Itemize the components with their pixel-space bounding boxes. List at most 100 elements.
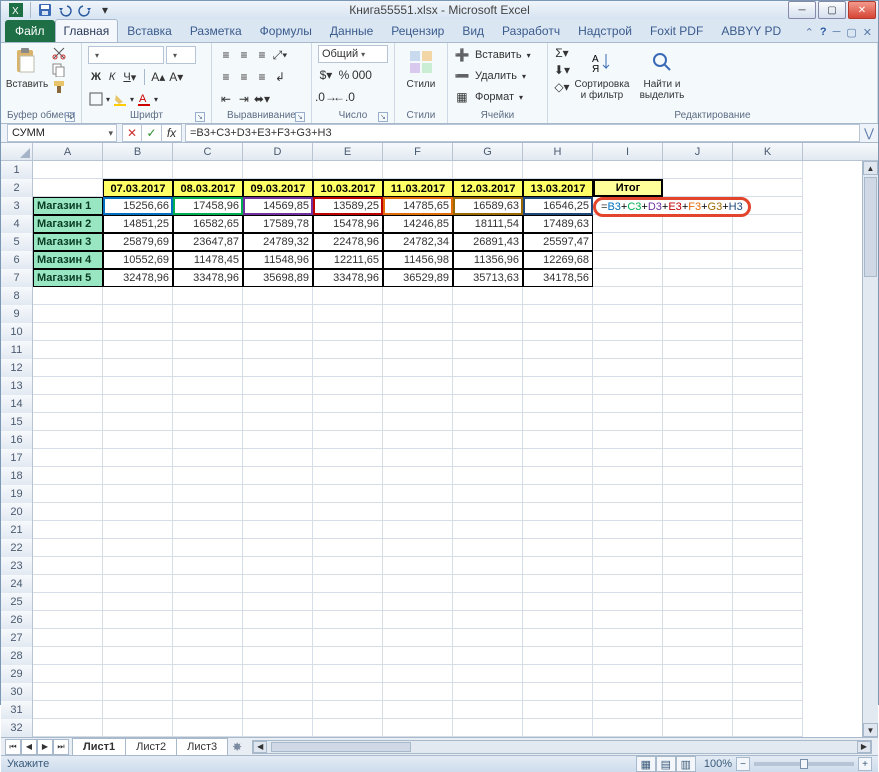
cell[interactable]: 13.03.2017 (523, 179, 593, 197)
cell[interactable] (33, 413, 103, 431)
cell[interactable] (313, 413, 383, 431)
row-header[interactable]: 21 (1, 521, 33, 539)
cell[interactable] (313, 431, 383, 449)
cell[interactable] (173, 305, 243, 323)
cell[interactable] (663, 377, 733, 395)
redo-button[interactable] (76, 1, 94, 19)
file-tab[interactable]: Файл (5, 20, 55, 42)
cell[interactable]: 14246,85 (383, 215, 453, 233)
cell[interactable] (33, 575, 103, 593)
sheet-nav-last[interactable]: ⏭ (53, 739, 69, 755)
cell[interactable] (593, 629, 663, 647)
cell[interactable] (313, 305, 383, 323)
cell[interactable] (173, 647, 243, 665)
cell[interactable] (33, 683, 103, 701)
fill-icon[interactable]: ⬇▾ (554, 62, 570, 78)
cell[interactable] (33, 485, 103, 503)
select-all-button[interactable] (1, 143, 33, 161)
cell[interactable] (173, 413, 243, 431)
cell[interactable] (593, 503, 663, 521)
cell[interactable] (593, 683, 663, 701)
cell[interactable] (313, 377, 383, 395)
cell[interactable]: 11456,98 (383, 251, 453, 269)
cell[interactable]: 12211,65 (313, 251, 383, 269)
cell[interactable]: 14569,85 (243, 197, 313, 215)
cell[interactable] (663, 719, 733, 737)
cell[interactable] (103, 629, 173, 647)
cell[interactable] (33, 395, 103, 413)
cell[interactable] (383, 611, 453, 629)
cell[interactable] (733, 539, 803, 557)
cell[interactable] (313, 521, 383, 539)
cell[interactable] (313, 701, 383, 719)
cell[interactable]: 34178,56 (523, 269, 593, 287)
cell[interactable] (33, 359, 103, 377)
cell[interactable] (523, 395, 593, 413)
cell[interactable] (593, 341, 663, 359)
cell[interactable]: 16546,25 (523, 197, 593, 215)
cell[interactable] (313, 485, 383, 503)
cell[interactable] (383, 305, 453, 323)
cell[interactable] (243, 593, 313, 611)
cell[interactable] (733, 683, 803, 701)
cell[interactable] (663, 233, 733, 251)
cell[interactable] (103, 611, 173, 629)
cell[interactable] (33, 647, 103, 665)
zoom-slider[interactable] (754, 762, 854, 766)
cell[interactable]: 09.03.2017 (243, 179, 313, 197)
tab-foxit[interactable]: Foxit PDF (641, 19, 712, 42)
cell[interactable] (663, 647, 733, 665)
cell[interactable] (733, 521, 803, 539)
cell[interactable] (173, 665, 243, 683)
cell[interactable]: 16582,65 (173, 215, 243, 233)
cell[interactable] (453, 539, 523, 557)
cell[interactable] (733, 719, 803, 737)
currency-icon[interactable]: $▾ (318, 67, 334, 83)
cell[interactable]: Магазин 1 (33, 197, 103, 215)
cell[interactable] (243, 485, 313, 503)
cell[interactable] (313, 503, 383, 521)
tab-developer[interactable]: Разработч (493, 19, 569, 42)
row-header[interactable]: 24 (1, 575, 33, 593)
cell[interactable] (733, 629, 803, 647)
fill-color-button[interactable] (112, 91, 128, 107)
cell[interactable] (733, 179, 803, 197)
cell[interactable] (243, 413, 313, 431)
cell[interactable] (593, 233, 663, 251)
view-page-break-button[interactable]: ▥ (676, 756, 696, 772)
cell[interactable] (103, 323, 173, 341)
cell[interactable] (383, 575, 453, 593)
cell[interactable] (313, 557, 383, 575)
cell[interactable] (453, 611, 523, 629)
row-header[interactable]: 23 (1, 557, 33, 575)
font-dialog-launcher[interactable]: ↘ (195, 112, 205, 122)
cell[interactable] (243, 395, 313, 413)
cell[interactable] (243, 629, 313, 647)
cell[interactable] (663, 269, 733, 287)
cell[interactable] (593, 719, 663, 737)
increase-decimal-icon[interactable]: .0→ (318, 89, 334, 105)
cell[interactable] (453, 683, 523, 701)
cell[interactable] (453, 413, 523, 431)
cell[interactable] (33, 161, 103, 179)
cell[interactable] (383, 647, 453, 665)
cell[interactable] (593, 485, 663, 503)
cell[interactable] (383, 539, 453, 557)
cell[interactable] (243, 539, 313, 557)
tab-review[interactable]: Рецензир (382, 19, 453, 42)
vscroll-thumb[interactable] (864, 177, 877, 277)
cell[interactable] (593, 359, 663, 377)
cell[interactable] (173, 431, 243, 449)
minimize-button[interactable]: ─ (788, 1, 816, 19)
cell[interactable]: Итог (593, 179, 663, 197)
cell[interactable] (173, 593, 243, 611)
cell[interactable]: 11478,45 (173, 251, 243, 269)
cell[interactable] (523, 719, 593, 737)
cell[interactable] (173, 161, 243, 179)
cell[interactable] (663, 449, 733, 467)
undo-button[interactable] (56, 1, 74, 19)
cell[interactable] (243, 323, 313, 341)
cell[interactable] (663, 593, 733, 611)
cell[interactable]: 13589,25 (313, 197, 383, 215)
cell[interactable] (523, 683, 593, 701)
